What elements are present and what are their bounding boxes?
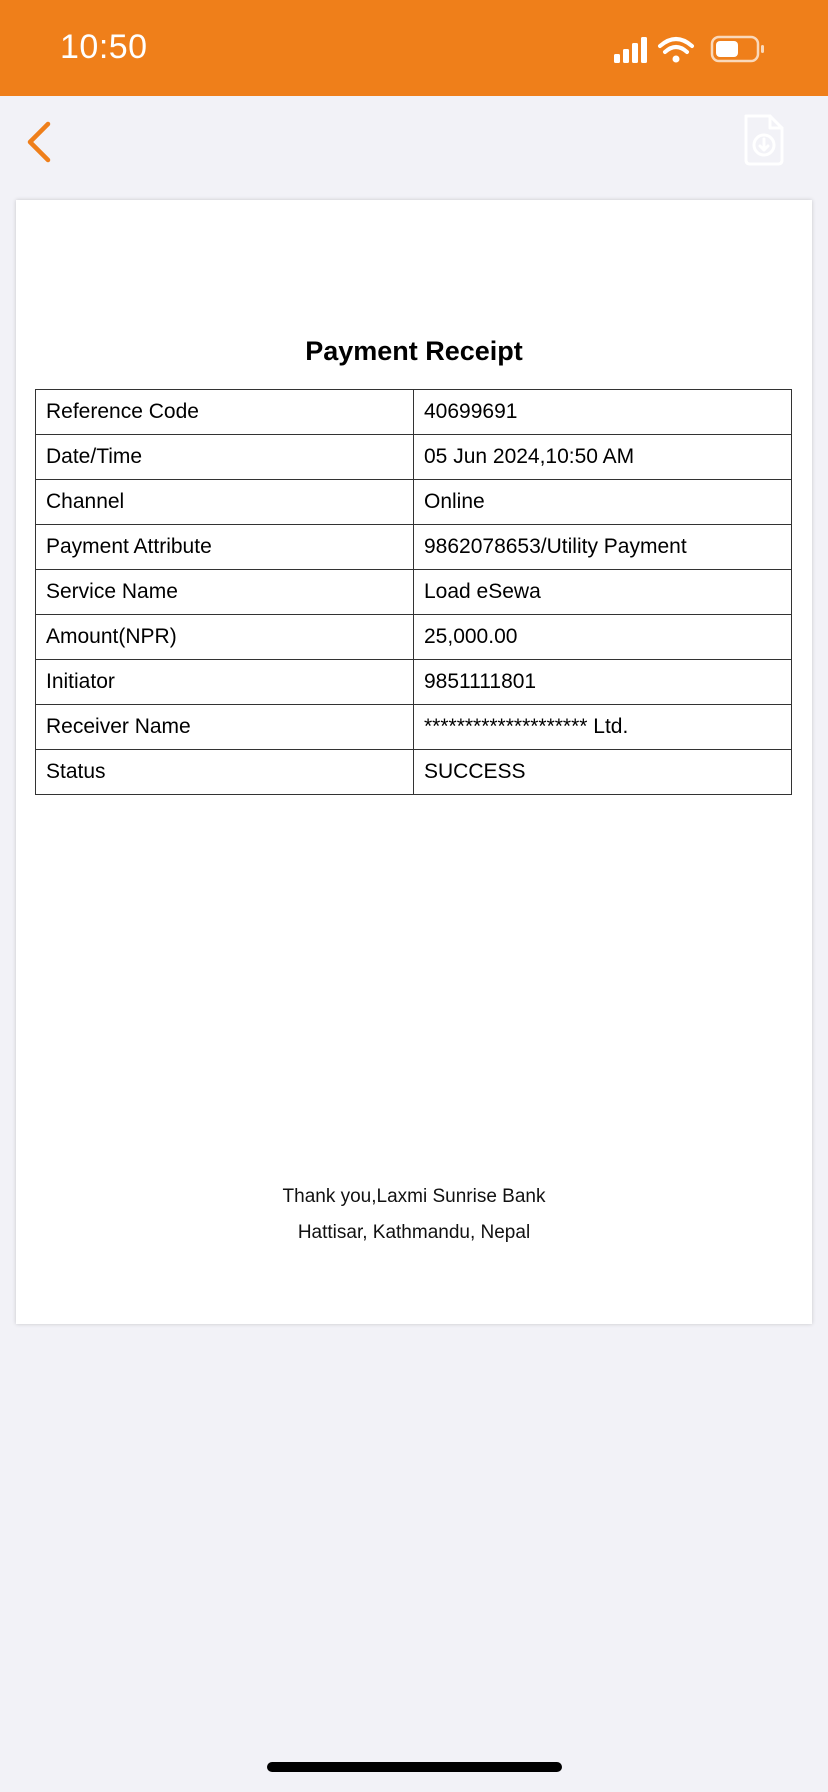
receipt-footer-address: Hattisar, Kathmandu, Nepal: [297, 1222, 531, 1243]
row-value: Load eSewa: [413, 569, 792, 615]
receipt-table: Reference Code 40699691 Date/Time 05 Jun…: [35, 389, 792, 795]
row-value: 9851111801: [413, 659, 792, 705]
row-label: Date/Time: [35, 434, 414, 480]
table-row: Channel Online: [35, 479, 792, 525]
status-time: 10:50: [60, 28, 148, 66]
table-row: Receiver Name ******************** Ltd.: [35, 704, 792, 750]
row-value: 9862078653/Utility Payment: [413, 524, 792, 570]
row-value: 25,000.00: [413, 614, 792, 660]
table-row: Reference Code 40699691: [35, 389, 792, 435]
chevron-left-icon: [27, 121, 51, 163]
cellular-signal-icon: [614, 37, 647, 63]
status-bar: 10:50: [0, 0, 828, 96]
download-receipt-button[interactable]: [740, 112, 788, 168]
back-button[interactable]: [20, 118, 60, 166]
status-icons: [614, 35, 764, 63]
row-value: 40699691: [413, 389, 792, 435]
row-value: ******************** Ltd.: [413, 704, 792, 750]
document-download-icon: [744, 114, 784, 166]
row-label: Initiator: [35, 659, 414, 705]
row-label: Amount(NPR): [35, 614, 414, 660]
row-label: Receiver Name: [35, 704, 414, 750]
row-label: Payment Attribute: [35, 524, 414, 570]
row-label: Status: [35, 749, 414, 795]
battery-icon: [710, 35, 764, 63]
table-row: Payment Attribute 9862078653/Utility Pay…: [35, 524, 792, 570]
receipt-title: Payment Receipt: [305, 336, 523, 366]
receipt-footer-thanks: Thank you,Laxmi Sunrise Bank: [282, 1186, 546, 1207]
home-indicator[interactable]: [267, 1762, 562, 1772]
row-label: Reference Code: [35, 389, 414, 435]
table-row: Date/Time 05 Jun 2024,10:50 AM: [35, 434, 792, 480]
receipt-card: Payment Receipt Reference Code 40699691 …: [16, 200, 812, 1324]
row-value: 05 Jun 2024,10:50 AM: [413, 434, 792, 480]
table-row: Status SUCCESS: [35, 749, 792, 795]
table-row: Amount(NPR) 25,000.00: [35, 614, 792, 660]
table-row: Initiator 9851111801: [35, 659, 792, 705]
row-label: Service Name: [35, 569, 414, 615]
wifi-icon: [658, 37, 694, 63]
navigation-bar: [0, 96, 828, 188]
row-value: SUCCESS: [413, 749, 792, 795]
table-row: Service Name Load eSewa: [35, 569, 792, 615]
row-value: Online: [413, 479, 792, 525]
row-label: Channel: [35, 479, 414, 525]
